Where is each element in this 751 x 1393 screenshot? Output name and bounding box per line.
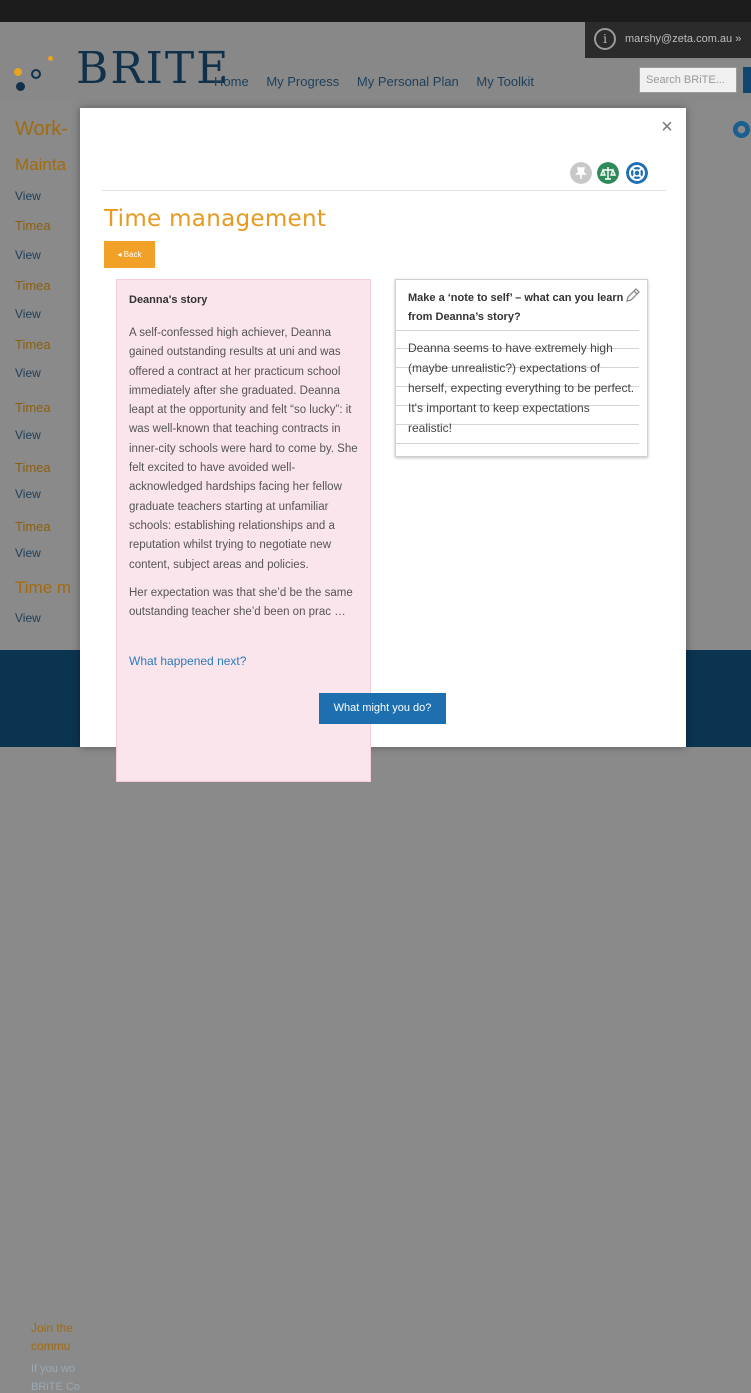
user-menu[interactable]: i marshy@zeta.com.au »: [585, 22, 751, 58]
bg-heading: Timea: [15, 278, 51, 293]
info-icon[interactable]: i: [594, 28, 616, 50]
bg-view-link[interactable]: View: [15, 189, 41, 203]
note-textarea[interactable]: Deanna seems to have extremely high (may…: [408, 338, 636, 438]
back-label: Back: [123, 250, 142, 259]
main-nav: Home My Progress My Personal Plan My Too…: [214, 74, 548, 89]
close-button[interactable]: ×: [658, 116, 676, 138]
logo-dots-icon: [14, 44, 58, 94]
bg-heading: Timea: [15, 400, 51, 415]
bg-view-link[interactable]: View: [15, 248, 41, 262]
bg-view-link[interactable]: View: [15, 611, 41, 625]
note-heading: Make a ‘note to self’ – what can you lea…: [408, 292, 624, 323]
bg-heading-work: Work-: [15, 118, 68, 140]
search-button[interactable]: [743, 67, 751, 93]
bg-heading: Timea: [15, 337, 51, 352]
divider: [102, 190, 666, 191]
nav-my-personal-plan[interactable]: My Personal Plan: [357, 74, 459, 89]
footer-text: If you wo: [31, 1363, 76, 1375]
back-button[interactable]: ◂ Back: [104, 241, 155, 268]
footer-community: commu: [31, 1339, 71, 1353]
story-paragraph: A self-confessed high achiever, Deanna g…: [129, 327, 358, 571]
footer-join: Join the: [31, 1321, 74, 1335]
pin-icon[interactable]: [570, 162, 592, 184]
bg-view-link[interactable]: View: [15, 366, 41, 380]
bg-heading: Timea: [15, 460, 51, 475]
search-input[interactable]: Search BRiTE...: [639, 67, 737, 93]
bg-heading-maintain: Mainta: [15, 155, 67, 174]
logo-text: BRITE: [76, 43, 231, 94]
bg-heading: Timea: [15, 519, 51, 534]
lifebuoy-icon[interactable]: [626, 162, 648, 184]
page-title: Time management: [104, 206, 327, 232]
story-paragraph: Her expectation was that she’d be the sa…: [129, 587, 353, 619]
bg-view-link[interactable]: View: [15, 546, 41, 560]
footer-text: BRiTE Co: [31, 1381, 80, 1393]
pencil-icon[interactable]: [624, 288, 640, 304]
balance-icon[interactable]: [597, 162, 619, 184]
lifebuoy-icon[interactable]: [732, 120, 751, 139]
bg-view-link[interactable]: View: [15, 307, 41, 321]
bg-view-link[interactable]: View: [15, 487, 41, 501]
user-email[interactable]: marshy@zeta.com.au »: [625, 33, 741, 45]
nav-my-toolkit[interactable]: My Toolkit: [476, 74, 534, 89]
story-heading: Deanna's story: [129, 294, 208, 306]
modal-toolbar: [570, 162, 670, 186]
what-might-you-do-button[interactable]: What might you do?: [319, 693, 446, 724]
nav-home[interactable]: Home: [214, 74, 249, 89]
bg-view-link[interactable]: View: [15, 428, 41, 442]
bg-heading-time: Time m: [15, 578, 72, 597]
modal-dialog: × Time management ◂ Back Deanna's story …: [80, 108, 686, 782]
note-to-self-card: Make a ‘note to self’ – what can you lea…: [395, 279, 648, 457]
top-bar: [0, 0, 751, 22]
what-happened-next-link[interactable]: What happened next?: [129, 654, 246, 668]
nav-my-progress[interactable]: My Progress: [266, 74, 339, 89]
bg-heading: Timea: [15, 218, 51, 233]
